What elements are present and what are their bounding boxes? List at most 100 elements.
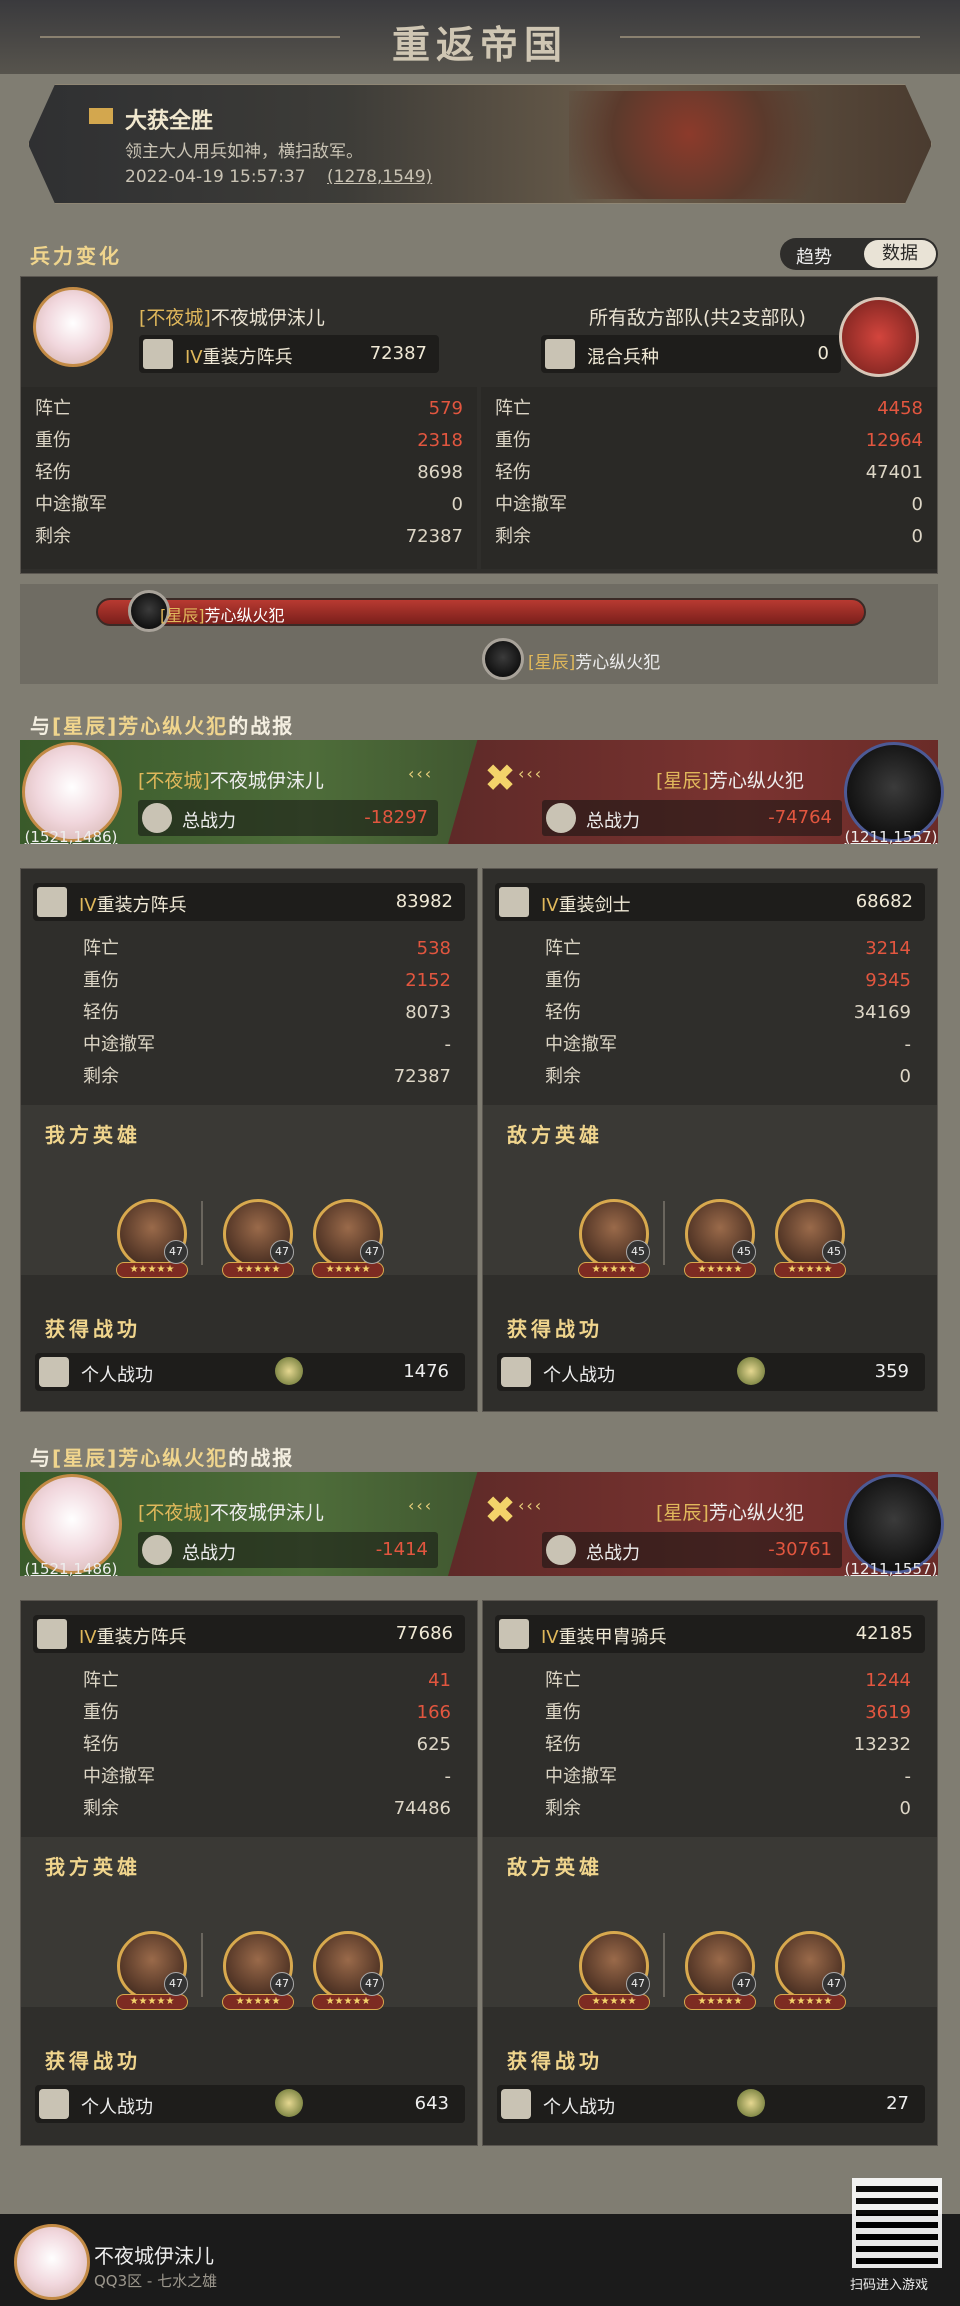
battle-progress-bar: [星辰]芳心纵火犯 — [96, 590, 866, 632]
helmet-icon — [39, 2089, 69, 2119]
warrior-illustration — [569, 91, 869, 199]
player-avatar — [14, 2224, 90, 2300]
stat-row: 轻伤 13232 — [545, 1734, 911, 1755]
stat-row: 轻伤 47401 — [495, 462, 923, 483]
qr-code[interactable] — [852, 2178, 942, 2268]
enemy-forces-name: 所有敌方部队(共2支部队) — [589, 307, 806, 329]
stat-row: 重伤 12964 — [495, 430, 923, 451]
data-tab[interactable]: 数据 — [864, 240, 936, 268]
stat-row: 中途撤军 0 — [495, 494, 923, 515]
helmet-icon — [501, 1357, 531, 1387]
hero-portrait[interactable]: ★★★★★ 47 — [578, 1931, 650, 2010]
star-rating: ★★★★★ — [578, 1994, 650, 2010]
merit-bar: 个人战功 359 — [497, 1353, 925, 1391]
stat-row: 剩余 0 — [495, 526, 923, 547]
merit-gem-icon — [737, 1357, 765, 1385]
merit-bar: 个人战功 27 — [497, 2085, 925, 2123]
enemy-power-bar: 总战力 -74764 — [542, 800, 842, 836]
progress-marker[interactable]: [星辰]芳心纵火犯 — [482, 638, 702, 680]
victory-title: 大获全胜 — [125, 109, 214, 134]
hero-portrait[interactable]: ★★★★★ 47 — [312, 1931, 384, 2010]
hero-portrait[interactable]: ★★★★★ 47 — [116, 1931, 188, 2010]
report-versus-band: (1521,1486) [不夜城]不夜城伊沫儿 总战力 -18297 ‹‹‹ ✖… — [20, 740, 944, 846]
stat-row: 剩余 0 — [545, 1798, 911, 1819]
battle-timestamp: 2022-04-19 15:57:37 — [125, 167, 306, 187]
merit-title: 获得战功 — [507, 2049, 603, 2073]
victory-banner: 大获全胜 领主大人用兵如神，横扫敌军。 2022-04-19 15:57:37 … — [28, 84, 932, 204]
hero-portrait[interactable]: ★★★★★ 47 — [116, 1199, 188, 1278]
stat-row: 阵亡 41 — [83, 1670, 451, 1691]
helmet-icon — [501, 2089, 531, 2119]
divider — [201, 1201, 203, 1265]
stat-row: 重伤 9345 — [545, 970, 911, 991]
stat-row: 中途撤军 - — [83, 1766, 451, 1787]
enemy-heroes-title: 敌方英雄 — [507, 1123, 603, 1147]
view-toggle[interactable]: 趋势 数据 — [780, 238, 938, 270]
my-unit-card: IV重装方阵兵 83982 阵亡 538 重伤 2152 轻伤 8073 中途撤军 - … — [20, 868, 478, 1412]
star-rating: ★★★★★ — [222, 1994, 294, 2010]
star-rating: ★★★★★ — [774, 1262, 846, 1278]
merit-title: 获得战功 — [507, 1317, 603, 1341]
stat-row: 重伤 3619 — [545, 1702, 911, 1723]
enemy-avatar[interactable] — [844, 742, 944, 842]
star-rating: ★★★★★ — [116, 1262, 188, 1278]
player-unit-bar: IV重装方阵兵 72387 — [139, 335, 439, 373]
report-title: 与[星辰]芳心纵火犯的战报 — [30, 1446, 295, 1470]
enemy-avatar[interactable] — [844, 1474, 944, 1574]
footer-player-name: 不夜城伊沫儿 — [94, 2244, 214, 2268]
player-name: [不夜城]不夜城伊沫儿 — [138, 770, 324, 792]
sword-icon — [499, 887, 529, 917]
hero-portrait[interactable]: ★★★★★ 47 — [222, 1931, 294, 2010]
merit-bar: 个人战功 1476 — [35, 1353, 465, 1391]
enemy-unit-card: IV重装甲胄骑兵 42185 阵亡 1244 重伤 3619 轻伤 13232 中途撤… — [482, 1600, 938, 2146]
hero-portrait[interactable]: ★★★★★ 45 — [774, 1199, 846, 1278]
enemy-power-bar: 总战力 -30761 — [542, 1532, 842, 1568]
enemy-coordinate-link[interactable]: (1211,1557) — [826, 1560, 956, 1578]
stat-row: 剩余 72387 — [83, 1066, 451, 1087]
player-avatar[interactable] — [33, 287, 113, 367]
spear-icon — [143, 339, 173, 369]
stat-row: 轻伤 34169 — [545, 1002, 911, 1023]
power-icon — [142, 803, 172, 833]
my-unit-bar: IV重装方阵兵 83982 — [33, 883, 465, 921]
hero-portrait[interactable]: ★★★★★ 47 — [774, 1931, 846, 2010]
player-avatar[interactable] — [22, 742, 122, 842]
player-coordinate-link[interactable]: (1521,1486) — [6, 828, 136, 846]
marker-label: [星辰]芳心纵火犯 — [528, 653, 661, 673]
trend-tab[interactable]: 趋势 — [796, 243, 832, 269]
hero-portrait[interactable]: ★★★★★ 47 — [684, 1931, 756, 2010]
stat-row: 重伤 166 — [83, 1702, 451, 1723]
player-coordinate-link[interactable]: (1521,1486) — [6, 1560, 136, 1578]
crossed-swords-icon: ✖ — [484, 756, 516, 800]
horse-icon — [499, 1619, 529, 1649]
stat-row: 阵亡 3214 — [545, 938, 911, 959]
battle-coordinate-link[interactable]: (1278,1549) — [327, 167, 432, 187]
chevrons-right-icon: ‹‹‹ — [518, 1496, 544, 1515]
footer-server-name: QQ3区 - 七水之雄 — [94, 2272, 218, 2290]
stat-row: 阵亡 579 — [35, 398, 463, 419]
player-stats-panel: 阵亡 579 重伤 2318 轻伤 8698 中途撤军 0 剩余 72387 — [21, 387, 477, 569]
my-unit-bar: IV重装方阵兵 77686 — [33, 1615, 465, 1653]
stat-row: 阵亡 538 — [83, 938, 451, 959]
hero-portrait[interactable]: ★★★★★ 45 — [684, 1199, 756, 1278]
stat-row: 重伤 2318 — [35, 430, 463, 451]
player-name: [不夜城]不夜城伊沫儿 — [138, 1502, 324, 1524]
star-rating: ★★★★★ — [774, 1994, 846, 2010]
stat-row: 阵亡 1244 — [545, 1670, 911, 1691]
stat-row: 中途撤军 - — [83, 1034, 451, 1055]
divider — [663, 1933, 665, 1997]
stat-row: 轻伤 625 — [83, 1734, 451, 1755]
enemy-name: [星辰]芳心纵火犯 — [656, 770, 804, 792]
stat-row: 中途撤军 - — [545, 1766, 911, 1787]
hero-portrait[interactable]: ★★★★★ 47 — [312, 1199, 384, 1278]
player-avatar[interactable] — [22, 1474, 122, 1574]
stat-row: 剩余 0 — [545, 1066, 911, 1087]
enemy-coordinate-link[interactable]: (1211,1557) — [826, 828, 956, 846]
helmet-icon — [39, 1357, 69, 1387]
my-heroes-title: 我方英雄 — [45, 1123, 141, 1147]
spartan-helmet-icon — [839, 297, 919, 377]
player-power-bar: 总战力 -1414 — [138, 1532, 438, 1568]
hero-portrait[interactable]: ★★★★★ 45 — [578, 1199, 650, 1278]
hero-portrait[interactable]: ★★★★★ 47 — [222, 1199, 294, 1278]
report-title: 与[星辰]芳心纵火犯的战报 — [30, 714, 295, 738]
